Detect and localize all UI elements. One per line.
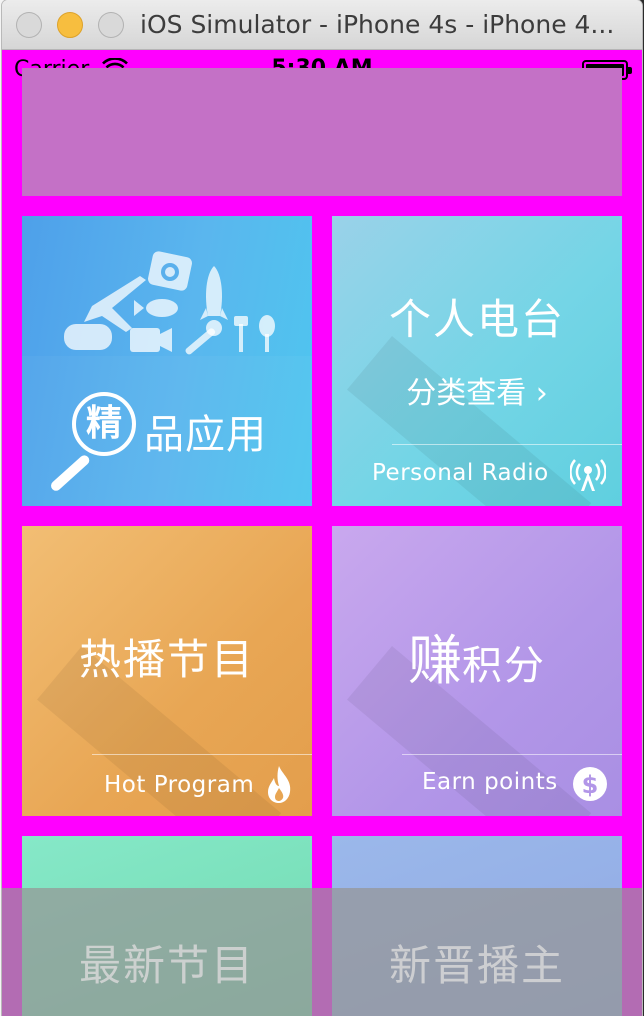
earn-points-title: 赚积分	[332, 616, 622, 695]
hot-program-english: Hot Program	[104, 772, 255, 798]
svg-text:$: $	[582, 771, 599, 799]
app-icons-cluster	[64, 251, 275, 355]
window-titlebar: iOS Simulator - iPhone 4s - iPhone 4...	[2, 0, 642, 50]
magnifier-icon	[48, 453, 92, 493]
tile-divider	[402, 754, 622, 755]
featured-apps-label: 品应用	[144, 412, 267, 458]
minimize-window-button[interactable]	[57, 12, 83, 38]
device-screen: Carrier 5:30 AM	[2, 50, 642, 1016]
tile-divider	[92, 754, 312, 755]
dollar-coin-icon: $	[573, 767, 607, 801]
fish-icon	[134, 299, 178, 317]
rocket-icon	[200, 266, 228, 320]
featured-apps-tile[interactable]: 精 品应用	[22, 216, 312, 506]
wrench-icon	[185, 320, 222, 355]
hot-program-tile[interactable]: 热播节目 Hot Program	[22, 526, 312, 816]
personal-radio-title: 个人电台	[388, 295, 565, 344]
earn-points-tile[interactable]: 赚积分 Earn points $	[332, 526, 622, 816]
category-browse-link[interactable]: 分类查看 ›	[332, 368, 622, 412]
tile-divider	[392, 444, 622, 445]
personal-radio-english: Personal Radio	[372, 460, 549, 486]
gamepad-icon	[64, 324, 112, 350]
earn-points-title-rest: 积分	[462, 643, 546, 689]
bottom-overlay: 最新节目 新晋播主	[2, 888, 642, 1016]
latest-program-title: 最新节目	[78, 941, 255, 990]
close-window-button[interactable]	[16, 12, 42, 38]
fork-icon	[234, 316, 248, 352]
simulator-window: iOS Simulator - iPhone 4s - iPhone 4... …	[2, 0, 642, 1016]
earn-points-english: Earn points	[422, 769, 558, 795]
camera-icon	[148, 251, 192, 291]
window-title: iOS Simulator - iPhone 4s - iPhone 4...	[140, 10, 615, 39]
hot-program-title: 热播节目	[78, 635, 255, 684]
featured-badge: 精	[72, 392, 136, 456]
video-camera-icon	[130, 328, 172, 352]
new-host-title: 新晋播主	[388, 941, 565, 990]
flame-icon	[268, 766, 291, 803]
earn-points-title-big: 赚	[408, 629, 462, 692]
radio-tower-icon	[570, 459, 606, 491]
top-banner[interactable]	[22, 68, 622, 196]
zoom-window-button[interactable]	[98, 12, 124, 38]
featured-apps-label-row: 精 品应用	[22, 356, 312, 506]
spoon-icon	[259, 315, 275, 352]
personal-radio-tile[interactable]: 个人电台 分类查看 › Personal Radio	[332, 216, 622, 506]
